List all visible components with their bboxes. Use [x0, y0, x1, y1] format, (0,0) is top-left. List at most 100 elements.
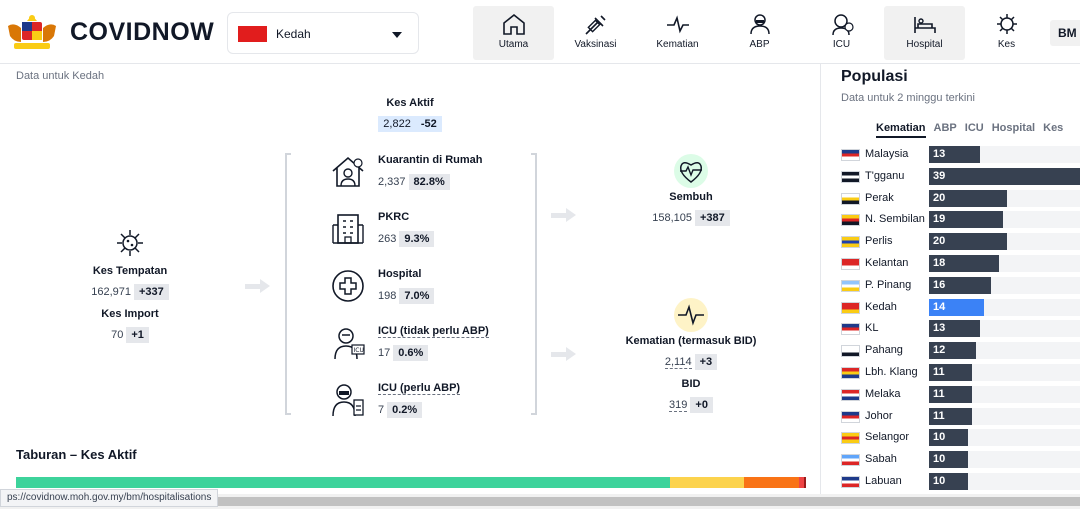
tab-kematian[interactable]: Kematian	[876, 122, 926, 138]
state-name: T'gganu	[865, 169, 905, 182]
state-name: Lbh. Klang	[865, 366, 918, 378]
ranking-tabs: Kematian ABP ICU Hospital Kes	[876, 118, 1071, 138]
home-icon	[502, 13, 525, 35]
bar-fill: 16	[929, 276, 992, 294]
bar-fill: 13	[929, 320, 980, 338]
distribution-segment[interactable]	[670, 477, 744, 488]
tab-kes[interactable]: Kes	[1043, 122, 1063, 136]
bar-value: 13	[933, 148, 946, 160]
ranking-row[interactable]: Kedah 14	[841, 298, 1080, 317]
bar-value: 10	[933, 453, 946, 466]
bar-track: 13	[929, 146, 1080, 163]
ranking-row[interactable]: Labuan 10	[841, 473, 1080, 491]
state-flag-icon	[841, 301, 860, 314]
import-cases-label: Kes Import	[101, 308, 159, 320]
import-cases-delta: +1	[126, 327, 149, 343]
bar-fill: 11	[929, 385, 972, 403]
bar-track: 13	[929, 320, 1080, 338]
nav-kematian[interactable]: Kematian	[637, 6, 718, 60]
ranking-row[interactable]: Melaka 11	[841, 385, 1080, 404]
category-row: PKRC 263 9.3%	[330, 211, 530, 255]
bar-value: 14	[933, 300, 946, 313]
bar-fill: 20	[929, 189, 1007, 207]
ranking-row[interactable]: Selangor 10	[841, 429, 1080, 447]
ranking-row[interactable]: Sabah 10	[841, 451, 1080, 469]
flow-data-for-label: Data untuk Kedah	[16, 70, 105, 82]
nav-vaksinasi[interactable]: Vaksinasi	[555, 6, 636, 60]
state-flag-icon	[841, 258, 860, 270]
bar-value: 18	[933, 257, 946, 269]
bar-fill: 19	[929, 211, 1004, 229]
bar-value: 10	[933, 475, 946, 487]
tab-abp[interactable]: ABP	[934, 122, 957, 136]
state-name: P. Pinang	[865, 278, 912, 291]
bar-track: 20	[929, 233, 1080, 251]
category-row: ICU ICU (tidak perlu ABP) 17 0.6%	[330, 325, 530, 369]
ranking-row[interactable]: Malaysia 13	[841, 146, 1080, 164]
pulse-icon	[674, 298, 708, 332]
bar-track: 20	[929, 189, 1080, 207]
state-name: Kedah	[865, 300, 897, 313]
bar-value: 19	[933, 213, 946, 226]
ranking-row[interactable]: Kelantan 18	[841, 255, 1080, 273]
bar-fill: 12	[929, 342, 976, 360]
category-label[interactable]: ICU (perlu ABP)	[378, 382, 461, 395]
state-flag-icon	[841, 192, 860, 205]
nav-utama[interactable]: Utama	[473, 6, 554, 60]
deaths-delta: +3	[694, 354, 718, 370]
category-pct: 0.2%	[387, 402, 423, 418]
bracket-right	[531, 153, 537, 415]
tab-hospital[interactable]: Hospital	[992, 122, 1035, 136]
category-value: 263	[378, 233, 397, 245]
chevron-down-icon	[392, 32, 402, 38]
deaths-value[interactable]: 2,114	[664, 356, 692, 369]
category-pct: 0.6%	[393, 345, 429, 361]
ranking-row[interactable]: N. Sembilan 19	[841, 211, 1080, 229]
bar-value: 12	[933, 344, 946, 357]
state-dropdown[interactable]: Kedah	[227, 12, 419, 54]
distribution-segment[interactable]	[743, 477, 799, 488]
bar-fill: 39	[929, 167, 1080, 185]
category-label[interactable]: ICU (tidak perlu ABP)	[378, 325, 489, 338]
nav-abp[interactable]: ABP	[719, 6, 800, 60]
bar-fill: 11	[929, 407, 972, 425]
state-flag-icon	[841, 454, 860, 467]
state-name: Kelantan	[865, 257, 909, 269]
ranking-row[interactable]: T'gganu 39	[841, 167, 1080, 186]
bar-value: 11	[933, 409, 945, 422]
malaysia-coat-of-arms-icon[interactable]	[4, 12, 60, 54]
ranking-row[interactable]: Johor 11	[841, 407, 1080, 426]
state-flag-icon	[841, 345, 860, 358]
category-row: ICU (perlu ABP) 7 0.2%	[330, 382, 530, 426]
ranking-row[interactable]: Lbh. Klang 11	[841, 364, 1080, 382]
bar-track: 14	[929, 298, 1080, 316]
ranking-row[interactable]: Pahang 12	[841, 342, 1080, 360]
ranking-row[interactable]: P. Pinang 16	[841, 276, 1080, 295]
local-cases-label: Kes Tempatan	[92, 265, 168, 277]
local-cases-delta: +337	[133, 284, 169, 300]
state-flag-icon	[841, 214, 860, 227]
ranking-row[interactable]: Perlis 20	[841, 233, 1080, 251]
distribution-segment[interactable]	[803, 477, 806, 488]
bar-value: 13	[933, 322, 946, 335]
distribution-bar[interactable]	[16, 477, 806, 488]
ranking-row[interactable]: Perak 20	[841, 189, 1080, 208]
scrollbar-thumb[interactable]	[210, 497, 1080, 506]
distribution-segment[interactable]	[16, 477, 671, 488]
tab-icu[interactable]: ICU	[965, 122, 984, 136]
brand-title[interactable]: COVIDNOW	[70, 18, 214, 47]
nav-icu[interactable]: ICU	[801, 6, 882, 60]
nav-kes[interactable]: Kes	[966, 6, 1047, 60]
category-label: Hospital	[378, 268, 422, 280]
bar-track: 10	[929, 451, 1080, 469]
state-flag-icon	[841, 388, 860, 401]
bid-value[interactable]: 319	[669, 399, 688, 412]
ranking-row[interactable]: KL 13	[841, 320, 1080, 338]
ppe-worker-icon	[749, 14, 770, 35]
bar-track: 11	[929, 385, 1080, 403]
state-flag-icon	[841, 170, 860, 183]
syringe-icon	[584, 15, 606, 35]
nav-hospital[interactable]: Hospital	[884, 6, 965, 60]
status-bar-url: ps://covidnow.moh.gov.my/bm/hospitalisat…	[0, 489, 219, 507]
language-toggle-button[interactable]: BM	[1050, 20, 1080, 46]
